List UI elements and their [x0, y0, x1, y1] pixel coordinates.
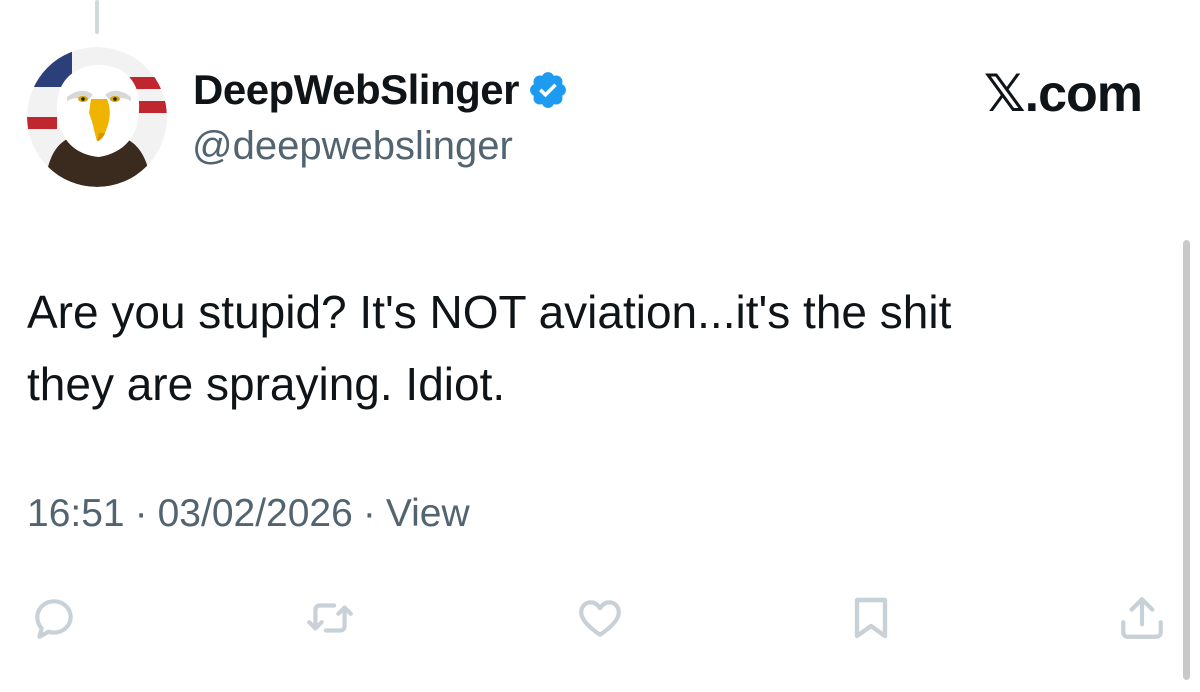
tweet-date[interactable]: 03/02/2026	[158, 492, 353, 536]
action-bar	[0, 590, 1200, 650]
x-com-watermark: 𝕏.com	[983, 65, 1143, 123]
retweet-button[interactable]	[302, 590, 358, 646]
tweet-text: Are you stupid? It's NOT aviation...it's…	[27, 286, 952, 410]
meta-separator: ·	[362, 492, 376, 535]
share-icon	[1121, 597, 1163, 639]
tweet-time[interactable]: 16:51	[27, 492, 125, 536]
views-label[interactable]: View	[386, 492, 470, 536]
reply-icon	[35, 599, 73, 639]
tweet-card: DeepWebSlinger @deepwebslinger 𝕏.com Are…	[0, 0, 1200, 692]
tweet-meta: 16:51 · 03/02/2026 · View	[27, 492, 470, 536]
bookmark-button[interactable]	[843, 590, 899, 646]
share-button[interactable]	[1114, 590, 1170, 646]
thread-connector-line	[95, 0, 99, 34]
author-handle[interactable]: @deepwebslinger	[192, 124, 513, 169]
bookmark-icon	[854, 597, 888, 639]
like-heart-icon	[579, 600, 621, 637]
verified-badge-icon	[527, 69, 569, 111]
like-button[interactable]	[572, 590, 628, 646]
bald-eagle-avatar-icon	[27, 47, 167, 187]
avatar[interactable]	[27, 47, 167, 187]
author-name-row[interactable]: DeepWebSlinger	[193, 64, 569, 116]
meta-separator: ·	[134, 492, 148, 535]
reply-button[interactable]	[26, 590, 82, 646]
retweet-icon	[307, 603, 353, 633]
display-name[interactable]: DeepWebSlinger	[193, 66, 519, 114]
